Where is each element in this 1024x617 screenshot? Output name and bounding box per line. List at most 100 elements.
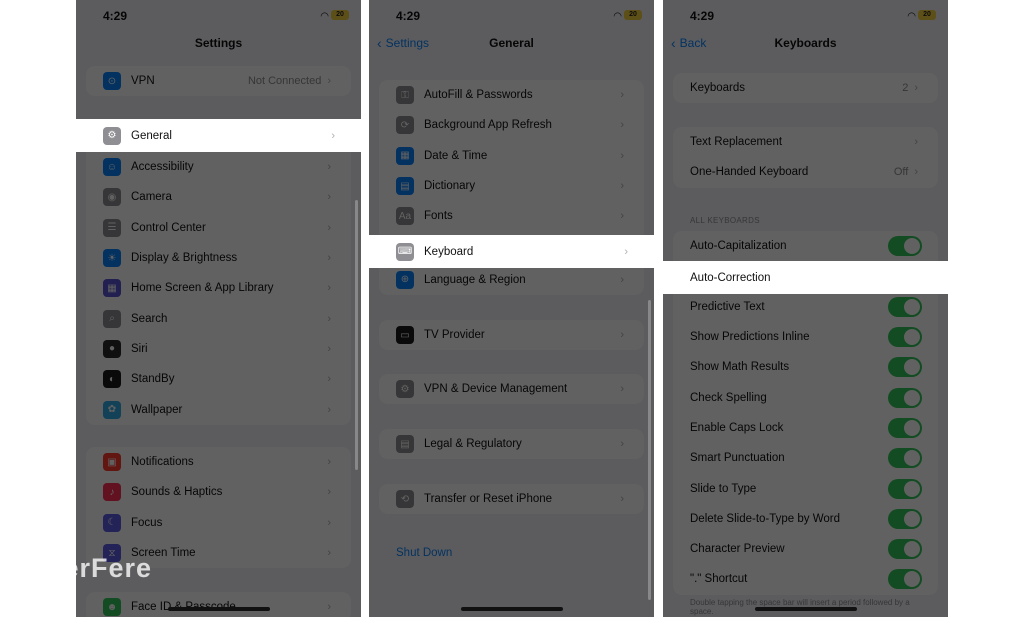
- settings-item-camera[interactable]: ◉ Camera ›: [86, 182, 351, 212]
- settings-item-background-app-refresh[interactable]: ⟳ Background App Refresh ›: [379, 110, 644, 140]
- show-predictions-inline-toggle[interactable]: [888, 327, 922, 348]
- refresh-icon: ⟳: [396, 116, 414, 135]
- one-handed-value: Off: [893, 166, 909, 179]
- chevron-right-icon: ›: [327, 75, 331, 88]
- toggle-row-character-preview[interactable]: Character Preview: [673, 534, 938, 564]
- settings-item-keyboard[interactable]: ⌨ Keyboard ›: [369, 235, 654, 268]
- settings-item-dictionary[interactable]: ▤ Dictionary ›: [379, 171, 644, 201]
- settings-item-autofill-passwords[interactable]: ⚿ AutoFill & Passwords ›: [379, 80, 644, 110]
- toggle-row-check-spelling[interactable]: Check Spelling: [673, 382, 938, 412]
- calendar-icon: ▦: [396, 146, 414, 165]
- auto-correction-toggle[interactable]: [888, 268, 922, 288]
- chevron-right-icon: ›: [914, 82, 918, 95]
- home-indicator[interactable]: [461, 607, 563, 611]
- settings-item-accessibility[interactable]: ☺ Accessibility ›: [86, 152, 351, 182]
- predictive-text-toggle[interactable]: [888, 296, 922, 317]
- settings-item-sounds-haptics[interactable]: ♪ Sounds & Haptics ›: [86, 477, 351, 507]
- page-title: Settings: [194, 36, 243, 50]
- settings-item-vpn[interactable]: ⊙ VPN Not Connected ›: [86, 66, 351, 96]
- settings-item-display-brightness[interactable]: ☀ Display & Brightness ›: [86, 243, 351, 273]
- settings-item-language-region[interactable]: ⊕ Language & Region ›: [379, 264, 644, 294]
- toggle-row-show-predictions-inline[interactable]: Show Predictions Inline: [673, 322, 938, 352]
- toggle-label: Character Preview: [690, 543, 785, 556]
- toggle-row-slide-to-type[interactable]: Slide to Type: [673, 473, 938, 503]
- settings-item-label: Wallpaper: [131, 403, 183, 416]
- enable-caps-lock-toggle[interactable]: [888, 417, 922, 438]
- settings-item-keyboards[interactable]: Keyboards 2 ›: [673, 73, 938, 103]
- home-indicator[interactable]: [168, 607, 270, 611]
- settings-item-label: AutoFill & Passwords: [424, 89, 533, 102]
- siri-icon: ●: [103, 339, 121, 358]
- toggle-label: Check Spelling: [690, 391, 767, 404]
- settings-item-tv-provider[interactable]: ▭ TV Provider ›: [379, 320, 644, 350]
- chevron-right-icon: ›: [620, 149, 624, 162]
- settings-item-notifications[interactable]: ▣ Notifications ›: [86, 447, 351, 477]
- settings-item-wallpaper[interactable]: ✿ Wallpaper ›: [86, 394, 351, 424]
- settings-item-control-center[interactable]: ☰ Control Center ›: [86, 213, 351, 243]
- settings-item-vpn-device[interactable]: ⚙ VPN & Device Management ›: [379, 374, 644, 404]
- scrollbar[interactable]: [355, 200, 358, 470]
- settings-item-label: Dictionary: [424, 180, 476, 193]
- settings-item-home-screen-app-library[interactable]: ▦ Home Screen & App Library ›: [86, 273, 351, 303]
- shut-down-button[interactable]: Shut Down: [396, 547, 452, 559]
- reset-icon: ⟲: [396, 490, 414, 509]
- legal-group: ▤ Legal & Regulatory ›: [379, 429, 644, 460]
- toggle-row-smart-punctuation[interactable]: Smart Punctuation: [673, 443, 938, 473]
- toggle-row-shortcut[interactable]: "." Shortcut: [673, 564, 938, 594]
- settings-item-label: Language & Region: [424, 273, 526, 286]
- tv-icon: ▭: [396, 326, 414, 345]
- delete-slide-to-type-by-word-toggle[interactable]: [888, 508, 922, 529]
- toggle-row-auto-capitalization[interactable]: Auto-Capitalization: [673, 231, 938, 261]
- home-indicator[interactable]: [755, 607, 857, 611]
- settings-item-label: General: [131, 129, 172, 142]
- settings-item-focus[interactable]: ☾ Focus ›: [86, 508, 351, 538]
- wifi-icon: ◠: [907, 11, 916, 22]
- scrollbar[interactable]: [648, 300, 651, 600]
- smart-punctuation-toggle[interactable]: [888, 448, 922, 469]
- keyboards-count: 2: [902, 82, 909, 95]
- settings-item-standby[interactable]: ◐ StandBy ›: [86, 364, 351, 394]
- chevron-right-icon: ›: [620, 210, 624, 223]
- toggle-row-auto-correction[interactable]: Auto-Correction: [663, 261, 948, 294]
- toggle-row-delete-slide-to-type-by-word[interactable]: Delete Slide-to-Type by Word: [673, 504, 938, 534]
- show-math-results-toggle[interactable]: [888, 357, 922, 378]
- settings-item-face-id-passcode[interactable]: ☻Face ID & Passcode›: [86, 592, 351, 617]
- wifi-icon: ◠: [320, 11, 329, 22]
- notifications-group: ▣ Notifications › ♪ Sounds & Haptics › ☾ Focus ›…: [86, 447, 351, 569]
- chevron-right-icon: ›: [620, 438, 624, 451]
- settings-item-fonts[interactable]: Aa Fonts ›: [379, 201, 644, 231]
- keyboards-group: Keyboards 2 ›: [673, 73, 938, 104]
- toggle-row-enable-caps-lock[interactable]: Enable Caps Lock: [673, 413, 938, 443]
- settings-item-label: StandBy: [131, 373, 175, 386]
- settings-item-text-replacement[interactable]: Text Replacement ›: [673, 127, 938, 157]
- globe-icon: ⊕: [396, 270, 414, 289]
- settings-item-label: Notifications: [131, 456, 194, 469]
- chevron-right-icon: ›: [620, 329, 624, 342]
- auto-capitalization-toggle[interactable]: [888, 236, 922, 257]
- settings-item-label: Fonts: [424, 210, 453, 223]
- toggle-row-predictive-text[interactable]: Predictive Text: [673, 292, 938, 322]
- settings-item-general[interactable]: ⚙ General ›: [76, 119, 361, 152]
- settings-item-date-time[interactable]: ▦ Date & Time ›: [379, 141, 644, 171]
- slide-to-type-toggle[interactable]: [888, 478, 922, 499]
- chevron-right-icon: ›: [327, 486, 331, 499]
- character-preview-toggle[interactable]: [888, 539, 922, 560]
- settings-item-legal[interactable]: ▤ Legal & Regulatory ›: [379, 429, 644, 459]
- toggle-row-show-math-results[interactable]: Show Math Results: [673, 352, 938, 382]
- settings-item-one-handed[interactable]: One-Handed Keyboard Off ›: [673, 157, 938, 187]
- section-header: ALL KEYBOARDS: [690, 216, 760, 225]
- settings-item-search[interactable]: ⌕ Search ›: [86, 303, 351, 333]
- chevron-right-icon: ›: [327, 547, 331, 560]
- settings-item-label: Background App Refresh: [424, 119, 552, 132]
- home-screen-icon: ▦: [103, 279, 121, 298]
- chevron-right-icon: ›: [914, 166, 918, 179]
- settings-item-transfer-reset[interactable]: ⟲ Transfer or Reset iPhone ›: [379, 484, 644, 514]
- check-spelling-toggle[interactable]: [888, 387, 922, 408]
- settings-item-label: Text Replacement: [690, 136, 783, 149]
- toggle-label: Show Predictions Inline: [690, 331, 810, 344]
- settings-item-label: Control Center: [131, 221, 206, 234]
- wallpaper-icon: ✿: [103, 400, 121, 419]
- shortcut-toggle[interactable]: [888, 569, 922, 590]
- toggle-label: Smart Punctuation: [690, 452, 785, 465]
- settings-item-siri[interactable]: ● Siri ›: [86, 334, 351, 364]
